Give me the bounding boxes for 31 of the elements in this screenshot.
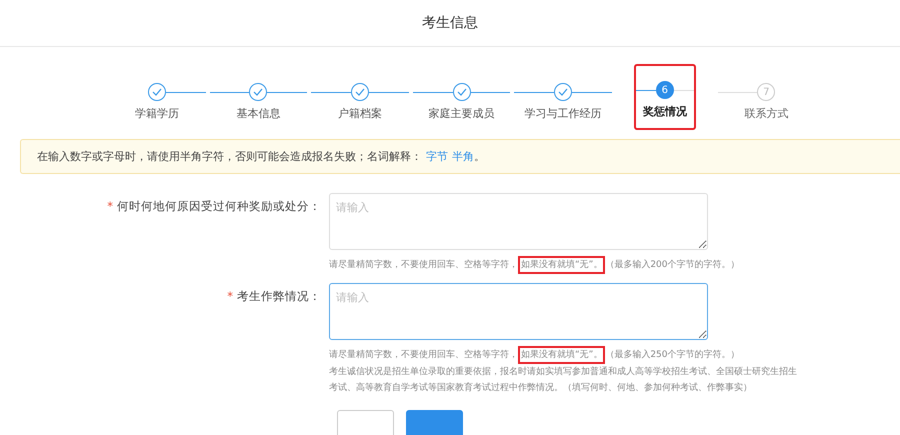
step-label[interactable]: 户籍档案 <box>338 106 382 121</box>
field-label: 何时何地何原因受过何种奖励或处分： <box>117 199 321 214</box>
text-area[interactable]: 请输入 <box>329 283 708 340</box>
step-label[interactable]: 基本信息 <box>236 106 280 121</box>
notice-text: 在输入数字或字母时，请使用半角字符，否则可能会造成报名失败；名词解释： <box>37 149 422 164</box>
check-icon <box>558 88 568 96</box>
field-label: 考生作弊情况： <box>237 289 321 304</box>
notice-text-end: 。 <box>474 149 485 164</box>
hint-text: 请尽量精简字数，不要使用回车、空格等字符， <box>329 260 518 270</box>
highlighted-hint: 如果没有就填“无”。 <box>518 256 606 274</box>
check-icon <box>354 88 365 96</box>
required-mark: * <box>107 199 113 213</box>
hint-limit: （最多输入250个字节的字符。） <box>605 350 740 360</box>
hint-limit: （最多输入200个字节的字符。） <box>605 260 740 270</box>
secondary-button[interactable] <box>337 410 394 435</box>
step-label[interactable]: 学籍学历 <box>134 106 179 121</box>
step-indicator: 6 <box>656 81 674 99</box>
required-mark: * <box>227 289 233 303</box>
check-icon <box>253 88 264 96</box>
check-icon <box>456 88 467 96</box>
primary-button[interactable] <box>406 410 463 435</box>
step-label[interactable]: 学习与工作经历 <box>524 106 602 121</box>
step-label[interactable]: 奖惩情况 <box>642 104 687 119</box>
highlighted-hint: 如果没有就填“无”。 <box>518 346 606 364</box>
note-text: 考生诚信状况是招生单位录取的重要依据，报名时请如实填写参加普通和成人高等学校招生考试、全国硕士研究生招生考试、高等教育自学考试等国家教育考试过程中作弊情况。（填写何时、何地、参加何种考试、作弊事实） <box>329 365 798 395</box>
page-title: 考生信息 <box>422 14 478 32</box>
hint-text: 请尽量精简字数，不要使用回车、空格等字符， <box>329 350 518 360</box>
step-label[interactable]: 联系方式 <box>744 106 788 121</box>
check-icon <box>152 88 162 96</box>
step-label[interactable]: 家庭主要成员 <box>428 106 495 121</box>
step-indicator: 7 <box>757 83 776 101</box>
